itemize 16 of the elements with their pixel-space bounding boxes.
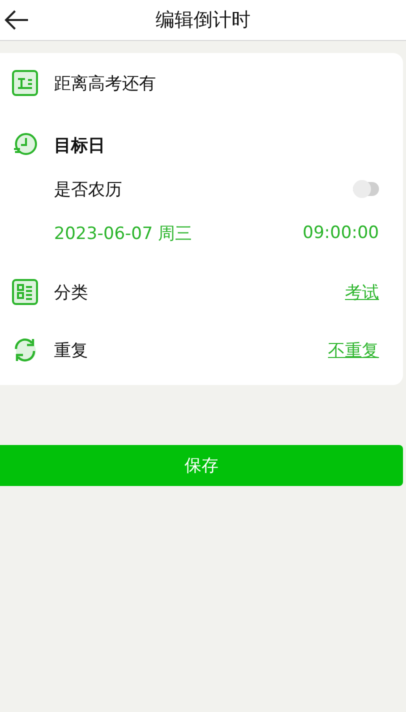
page-title: 编辑倒计时 [156,8,250,33]
list-icon [12,279,38,305]
category-link[interactable]: 考试 [345,280,379,304]
repeat-link[interactable]: 不重复 [328,338,379,362]
refresh-icon [12,337,38,363]
name-input[interactable]: 距离高考还有 [54,73,379,93]
section-label: 目标日 [54,134,105,156]
clock-icon [12,132,38,158]
text-card-icon [12,70,38,96]
lunar-label: 是否农历 [54,178,122,200]
time-value[interactable]: 09:00:00 [302,223,379,243]
setting-label: 重复 [54,340,88,362]
lunar-toggle[interactable] [353,182,379,196]
date-value[interactable]: 2023-06-07 周三 [54,222,192,244]
setting-label: 分类 [54,282,88,304]
save-button[interactable]: 保存 [0,445,403,486]
